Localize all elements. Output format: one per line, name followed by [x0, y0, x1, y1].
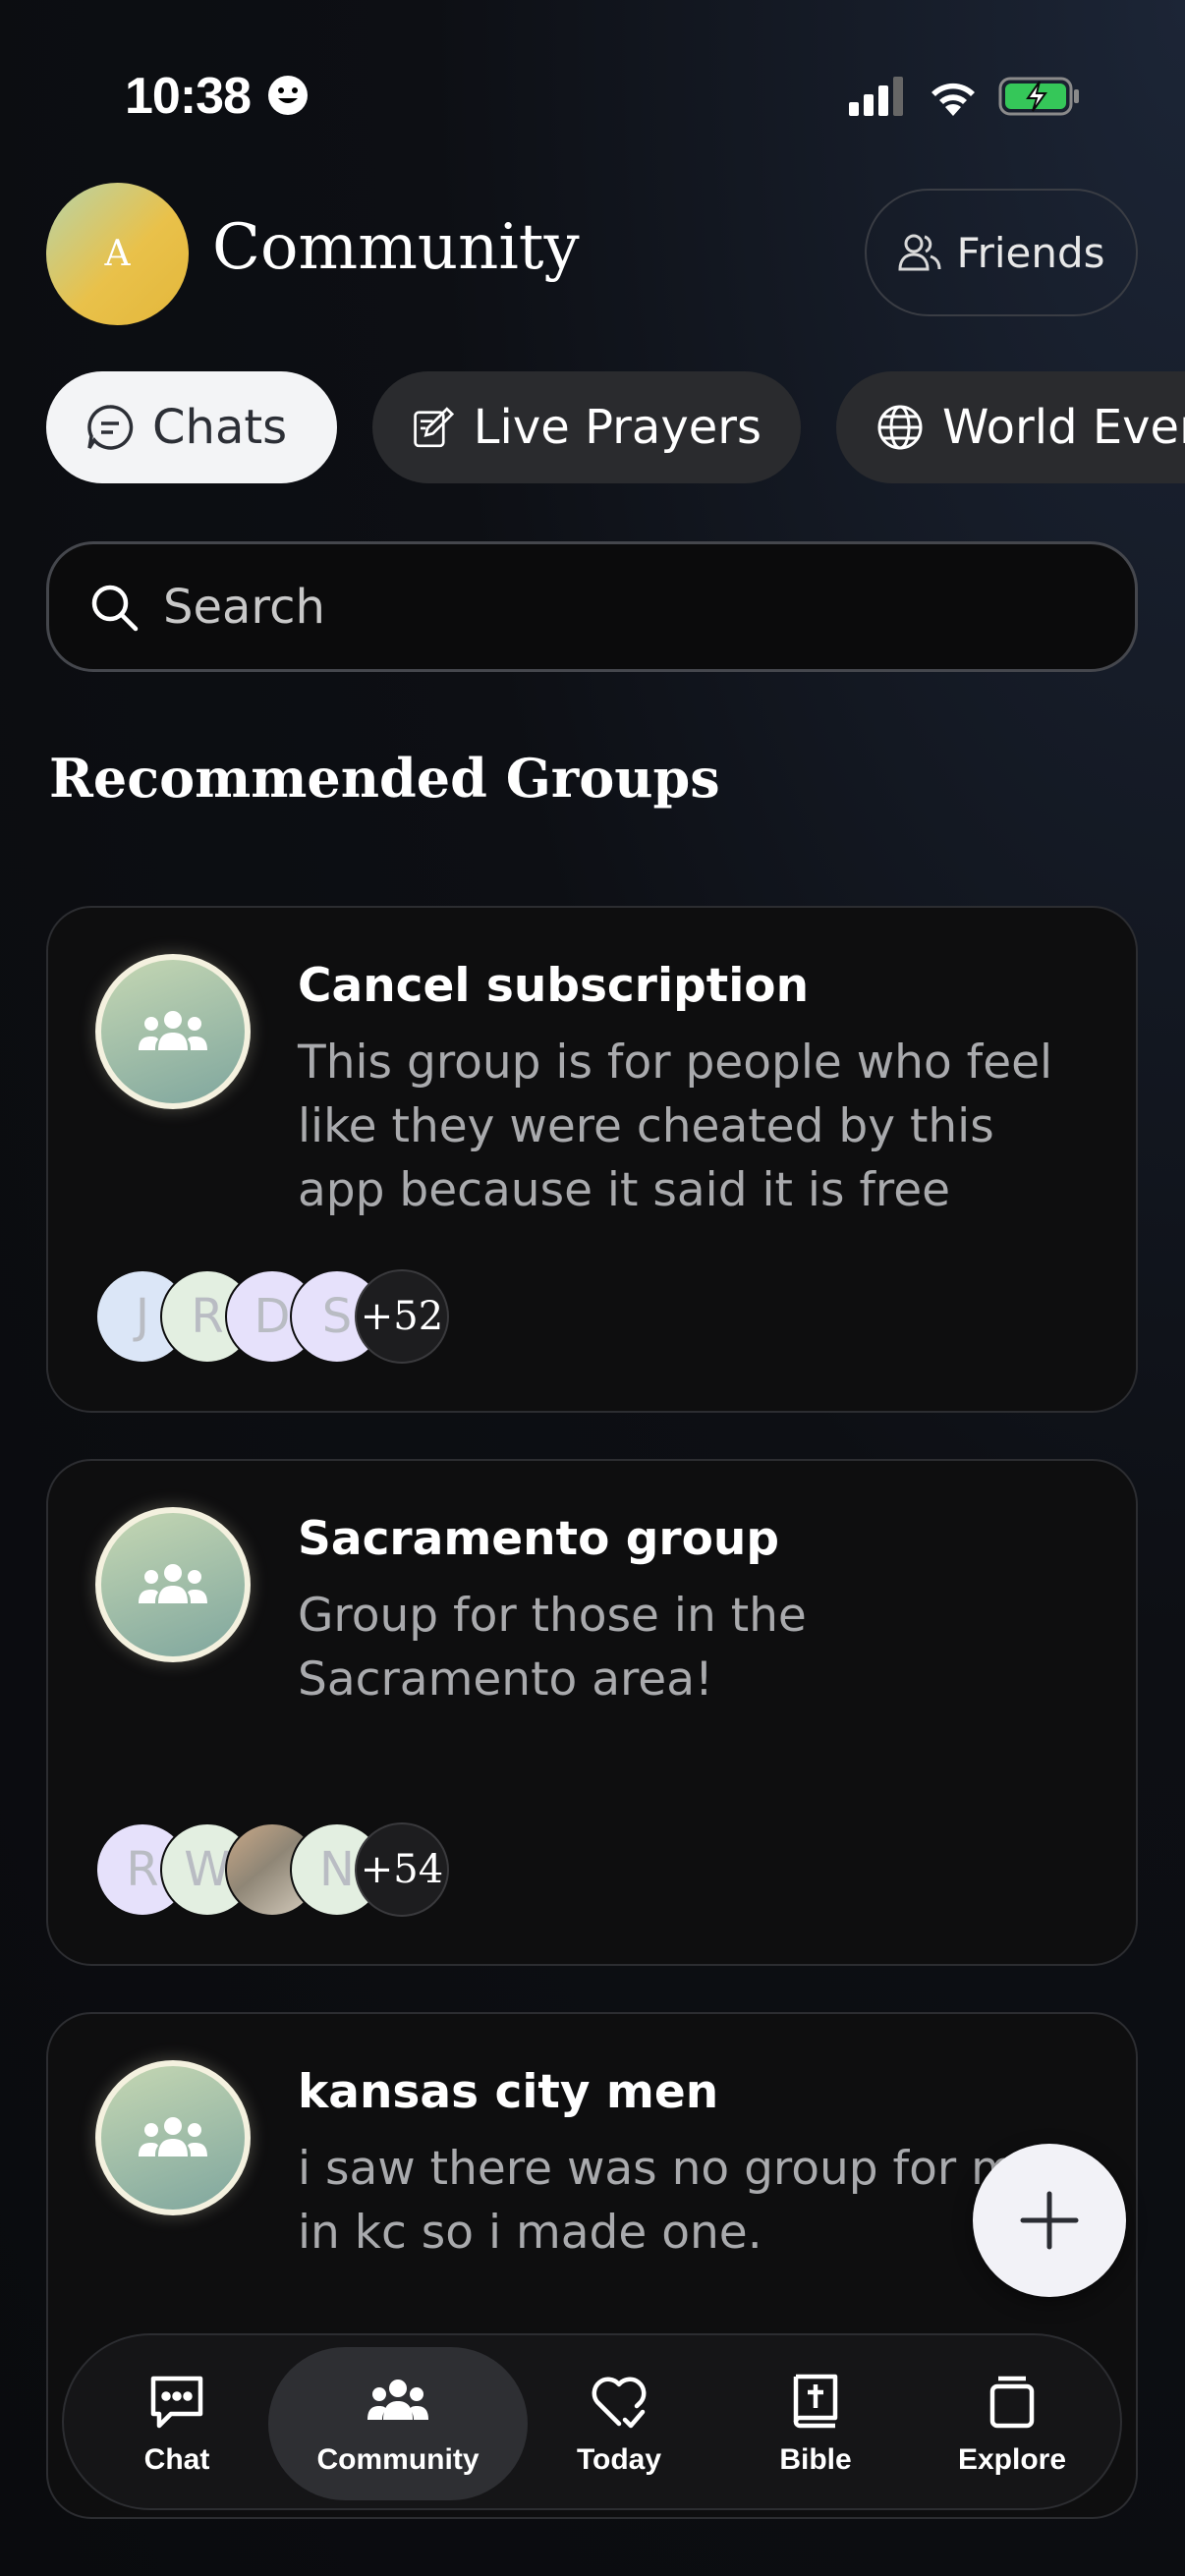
heart-check-icon	[592, 2377, 647, 2429]
status-time: 10:38	[125, 68, 252, 125]
people-icon	[367, 2380, 428, 2420]
avatar-initial: A	[104, 234, 131, 274]
search-input[interactable]	[163, 579, 1047, 635]
battery-charging-icon	[998, 77, 1079, 116]
nav-label: Today	[576, 2443, 662, 2476]
cards-icon	[989, 2376, 1035, 2429]
nav-today[interactable]: Today	[555, 2347, 683, 2500]
nav-community[interactable]: Community	[268, 2347, 528, 2500]
bible-icon	[793, 2374, 838, 2429]
page-title: Community	[212, 211, 580, 284]
group-people-icon	[139, 1564, 207, 1603]
friends-button[interactable]: Friends	[865, 189, 1138, 316]
pencil-square-icon	[414, 407, 455, 448]
globe-icon	[877, 405, 923, 450]
group-description: This group is for people who feel like t…	[298, 1036, 1053, 1217]
tab-world-events[interactable]: World Events	[836, 371, 1185, 483]
group-description: Group for those in the Sacramento area!	[298, 1589, 807, 1707]
nav-label: Bible	[779, 2443, 852, 2476]
tab-label: World Events	[942, 400, 1185, 455]
member-count-badge: +52	[355, 1269, 449, 1364]
create-group-button[interactable]	[973, 2144, 1126, 2297]
group-title: Sacramento group	[298, 1512, 779, 1566]
member-count-badge: +54	[355, 1822, 449, 1917]
cellular-signal-icon	[849, 77, 903, 116]
search-icon	[91, 585, 139, 631]
plus-icon	[1020, 2191, 1079, 2250]
group-card[interactable]: Sacramento group Group for those in the …	[46, 1459, 1138, 1966]
tab-label: Live Prayers	[473, 400, 762, 455]
section-title: Recommended Groups	[49, 747, 720, 810]
smiley-icon	[268, 76, 308, 115]
nav-label: Community	[316, 2443, 480, 2476]
nav-label: Chat	[143, 2443, 210, 2476]
tab-chats[interactable]: Chats	[46, 371, 337, 483]
search-bar[interactable]	[46, 541, 1138, 672]
profile-avatar[interactable]: A	[46, 183, 189, 325]
nav-label: Explore	[957, 2443, 1067, 2476]
group-people-icon	[139, 2117, 207, 2156]
group-avatar	[95, 1507, 251, 1662]
nav-bible[interactable]: Bible	[752, 2347, 879, 2500]
group-card[interactable]: Cancel subscription This group is for pe…	[46, 906, 1138, 1413]
chat-bubble-icon	[87, 405, 134, 450]
group-title: kansas city men	[298, 2065, 719, 2119]
friends-icon	[898, 234, 941, 271]
group-avatar	[95, 954, 251, 1109]
group-people-icon	[139, 1011, 207, 1050]
chat-dots-icon	[150, 2376, 203, 2429]
nav-chat[interactable]: Chat	[113, 2347, 241, 2500]
group-avatar	[95, 2060, 251, 2215]
nav-explore[interactable]: Explore	[938, 2347, 1086, 2500]
friends-label: Friends	[956, 228, 1105, 277]
tab-live-prayers[interactable]: Live Prayers	[372, 371, 801, 483]
tab-label: Chats	[152, 400, 288, 455]
bottom-nav: Chat Community Today Bible Explore	[62, 2333, 1122, 2510]
status-bar: 10:38	[0, 0, 1185, 187]
wifi-icon	[931, 83, 975, 116]
group-title: Cancel subscription	[298, 959, 810, 1013]
tab-bar: Chats Live Prayers World Events	[46, 371, 1185, 483]
